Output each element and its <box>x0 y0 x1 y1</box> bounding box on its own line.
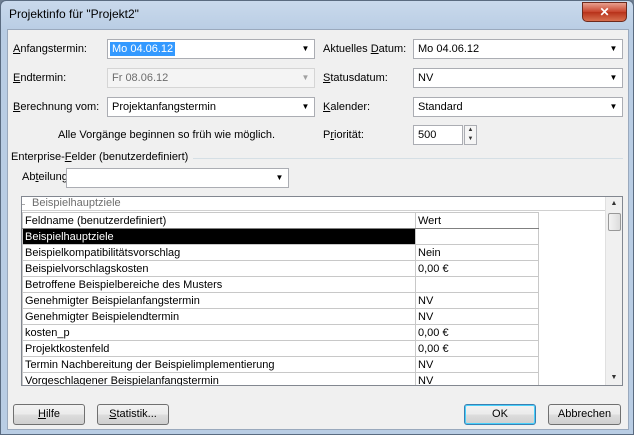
cancel-button[interactable]: Abbrechen <box>548 404 621 425</box>
column-header-value[interactable]: Wert <box>415 212 539 229</box>
priority-spinner[interactable]: ▲ ▼ <box>464 125 477 145</box>
dialog-title: Projektinfo für "Projekt2" <box>9 7 139 21</box>
table-row[interactable]: Betroffene Beispielbereiche des Musters <box>22 276 539 293</box>
status-date-label: Statusdatum: <box>323 72 388 84</box>
status-date-value: NV <box>418 72 434 84</box>
calendar-value: Standard <box>418 101 463 113</box>
table-row[interactable]: Beispielkompatibilitätsvorschlag Nein <box>22 244 539 261</box>
row-value[interactable]: NV <box>415 372 539 385</box>
row-field-name[interactable]: Projektkostenfeld <box>22 340 416 357</box>
spin-up-icon[interactable]: ▲ <box>465 126 476 135</box>
row-value[interactable] <box>415 276 539 293</box>
row-field-name[interactable]: kosten_p <box>22 324 416 341</box>
chevron-down-icon[interactable]: ▼ <box>297 98 314 116</box>
grid-group-header: Beispielhauptziele <box>22 197 606 211</box>
row-field-name[interactable]: Betroffene Beispielbereiche des Musters <box>22 276 416 293</box>
row-value[interactable] <box>415 228 539 245</box>
chevron-down-icon[interactable]: ▼ <box>605 98 622 116</box>
row-field-name[interactable]: Beispielhauptziele <box>22 228 416 245</box>
row-field-name[interactable]: Genehmigter Beispielendtermin <box>22 308 416 325</box>
table-row[interactable]: Termin Nachbereitung der Beispielimpleme… <box>22 356 539 373</box>
table-row[interactable]: kosten_p 0,00 € <box>22 324 539 341</box>
section-divider <box>193 158 623 159</box>
column-header-field[interactable]: Feldname (benutzerdefiniert) <box>22 212 416 229</box>
priority-value: 500 <box>418 129 437 141</box>
priority-input[interactable]: 500 <box>413 125 463 145</box>
enterprise-section-label: Enterprise-Felder (benutzerdefiniert) <box>11 151 189 163</box>
chevron-down-icon[interactable]: ▼ <box>271 169 288 187</box>
start-date-value: Mo 04.06.12 <box>110 42 176 56</box>
current-date-value: Mo 04.06.12 <box>418 43 480 55</box>
group-line <box>22 204 25 205</box>
fields-table[interactable]: Feldname (benutzerdefiniert) Wert Beispi… <box>22 212 539 385</box>
current-date-combo[interactable]: Mo 04.06.12 ▼ <box>413 39 623 59</box>
close-button[interactable]: ✕ <box>582 2 627 22</box>
scheduling-note: Alle Vorgänge beginnen so früh wie mögli… <box>58 129 276 141</box>
table-row[interactable]: Projektkostenfeld 0,00 € <box>22 340 539 357</box>
row-value[interactable]: NV <box>415 356 539 373</box>
chevron-down-icon: ▼ <box>301 73 310 82</box>
calendar-combo[interactable]: Standard ▼ <box>413 97 623 117</box>
row-value[interactable]: 0,00 € <box>415 260 539 277</box>
ok-button[interactable]: OK <box>464 404 536 425</box>
end-date-label: Endtermin: <box>13 72 67 84</box>
spin-down-icon[interactable]: ▼ <box>465 135 476 144</box>
chevron-down-icon[interactable]: ▼ <box>605 40 622 58</box>
table-row[interactable]: Beispielhauptziele <box>22 228 539 245</box>
table-row[interactable]: Beispielvorschlagskosten 0,00 € <box>22 260 539 277</box>
title-bar[interactable]: Projektinfo für "Projekt2" ✕ <box>1 1 633 29</box>
scroll-thumb[interactable] <box>608 213 621 231</box>
custom-fields-grid[interactable]: Beispielhauptziele Feldname (benutzerdef… <box>21 196 623 386</box>
status-date-combo[interactable]: NV ▼ <box>413 68 623 88</box>
row-value[interactable]: Nein <box>415 244 539 261</box>
calc-from-value: Projektanfangstermin <box>112 101 216 113</box>
table-header-row: Feldname (benutzerdefiniert) Wert <box>22 212 539 229</box>
calc-from-label: Berechnung vom: <box>13 101 100 113</box>
chevron-down-icon[interactable]: ▼ <box>605 69 622 87</box>
help-button[interactable]: Hilfe <box>13 404 85 425</box>
dialog-client: Anfangstermin: Mo 04.06.12 ▼ Aktuelles D… <box>7 29 629 430</box>
end-date-combo: Fr 08.06.12 ▼ <box>107 68 315 88</box>
project-info-dialog: Projektinfo für "Projekt2" ✕ Anfangsterm… <box>0 0 634 435</box>
scroll-down-icon[interactable]: ▼ <box>606 371 622 385</box>
department-label: Abteilung: <box>22 171 71 183</box>
row-field-name[interactable]: Beispielvorschlagskosten <box>22 260 416 277</box>
department-combo[interactable]: ▼ <box>66 168 289 188</box>
row-value[interactable]: 0,00 € <box>415 324 539 341</box>
statistics-button[interactable]: Statistik... <box>97 404 169 425</box>
table-row[interactable]: Vorgeschlagener Beispielanfangstermin NV <box>22 372 539 385</box>
start-date-combo[interactable]: Mo 04.06.12 ▼ <box>107 39 315 59</box>
row-field-name[interactable]: Vorgeschlagener Beispielanfangstermin <box>22 372 416 385</box>
chevron-down-icon[interactable]: ▼ <box>297 40 314 58</box>
row-value[interactable]: NV <box>415 308 539 325</box>
priority-label: Priorität: <box>323 129 364 141</box>
table-row[interactable]: Genehmigter Beispielanfangstermin NV <box>22 292 539 309</box>
grid-vertical-scrollbar[interactable]: ▲ ▼ <box>605 197 622 385</box>
row-field-name[interactable]: Genehmigter Beispielanfangstermin <box>22 292 416 309</box>
start-date-label: Anfangstermin: <box>13 43 87 55</box>
table-row[interactable]: Genehmigter Beispielendtermin NV <box>22 308 539 325</box>
row-field-name[interactable]: Beispielkompatibilitätsvorschlag <box>22 244 416 261</box>
end-date-value: Fr 08.06.12 <box>112 72 169 84</box>
current-date-label: Aktuelles Datum: <box>323 43 407 55</box>
calendar-label: Kalender: <box>323 101 371 113</box>
row-field-name[interactable]: Termin Nachbereitung der Beispielimpleme… <box>22 356 416 373</box>
calc-from-combo[interactable]: Projektanfangstermin ▼ <box>107 97 315 117</box>
row-value[interactable]: NV <box>415 292 539 309</box>
row-value[interactable]: 0,00 € <box>415 340 539 357</box>
scroll-up-icon[interactable]: ▲ <box>606 197 622 211</box>
